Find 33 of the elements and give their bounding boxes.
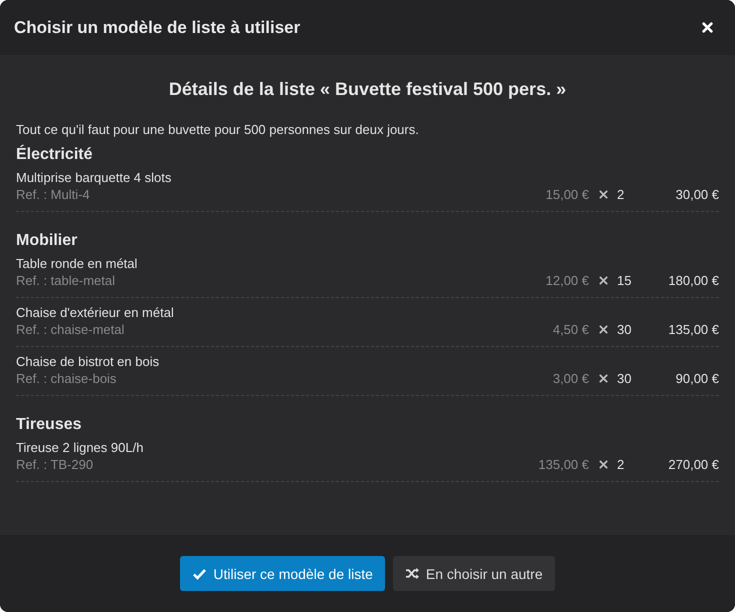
item-name: Tireuse 2 lignes 90L/h (16, 440, 144, 454)
line-total: 270,00 € (667, 457, 719, 472)
item-name: Table ronde en métal (16, 256, 138, 270)
item-name: Chaise de bistrot en bois (16, 354, 160, 368)
item-reference: Ref. : TB-290 (16, 456, 94, 472)
section-title: Mobilier (16, 232, 78, 250)
line-total: 135,00 € (667, 322, 719, 337)
unit-price: 3,00 € (552, 371, 589, 386)
line-total: 180,00 € (667, 273, 719, 288)
section-title: Électricité (16, 146, 94, 164)
list-heading: Détails de la liste « Buvette festival 500 pers. » (168, 79, 568, 100)
use-template-button[interactable]: Utiliser ce modèle de liste (180, 556, 385, 591)
quantity: 15 (617, 273, 632, 288)
unit-price: 135,00 € (538, 457, 589, 472)
item-reference: Ref. : Multi-4 (16, 186, 91, 202)
quantity: 2 (617, 187, 626, 202)
list-description: Tout ce qu'il faut pour une buvette pour 500 personnes sur deux jours. (16, 122, 420, 137)
dialog-title: Choisir un modèle de liste à utiliser (14, 18, 300, 38)
item-reference: Ref. : table-metal (16, 272, 116, 288)
choose-other-button[interactable]: En choisir un autre (392, 556, 555, 591)
line-total: 90,00 € (674, 371, 719, 386)
item-name: Chaise d'extérieur en métal (16, 304, 175, 320)
unit-price: 4,50 € (552, 322, 589, 337)
item-reference: Ref. : chaise-metal (16, 322, 126, 336)
quantity: 2 (617, 457, 626, 472)
quantity: 30 (617, 322, 632, 337)
quantity: 30 (617, 371, 632, 386)
section-title: Tireuses (16, 416, 83, 434)
item-reference: Ref. : chaise-bois (16, 370, 118, 386)
unit-price: 15,00 € (546, 187, 589, 202)
unit-price: 12,00 € (546, 273, 589, 288)
line-total: 30,00 € (674, 187, 719, 202)
item-name: Multiprise barquette 4 slots (16, 170, 172, 184)
